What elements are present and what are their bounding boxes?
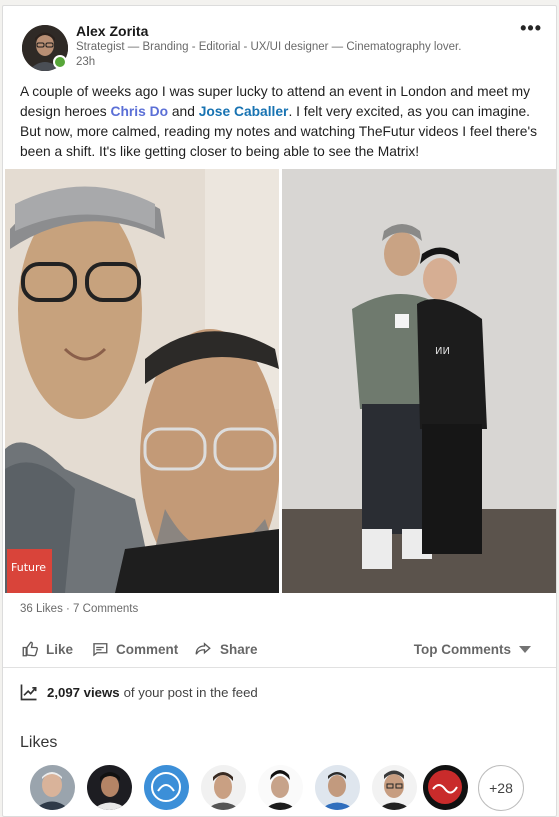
liker-avatar[interactable] — [30, 765, 75, 810]
likers-list: +28 — [30, 765, 540, 813]
views-suffix: of your post in the feed — [123, 684, 258, 700]
liker-avatar[interactable] — [201, 765, 246, 810]
thumbs-up-icon — [22, 641, 38, 657]
trending-chart-icon — [20, 684, 37, 701]
post-header: Alex Zorita Strategist — Branding - Edit… — [3, 6, 556, 78]
liker-avatar[interactable] — [315, 765, 360, 810]
post-views[interactable]: 2,097 views of your post in the feed — [19, 682, 258, 702]
post-photo-selfie[interactable]: Future — [5, 169, 279, 593]
like-button[interactable]: Like — [21, 632, 73, 666]
more-options-icon[interactable]: ••• — [520, 18, 542, 39]
post-photo-standing[interactable]: ИИ — [282, 169, 556, 593]
comment-sort-label: Top Comments — [413, 641, 511, 657]
online-status-indicator — [53, 55, 67, 69]
post-social-counts[interactable]: 36 Likes · 7 Comments — [20, 603, 138, 615]
post-text-part: and — [168, 104, 199, 119]
comment-label: Comment — [116, 641, 179, 657]
liker-avatar[interactable] — [258, 765, 303, 810]
post-body-text: A couple of weeks ago I was super lucky … — [20, 82, 542, 162]
comment-button[interactable]: Comment — [91, 632, 178, 666]
views-count: 2,097 views — [47, 684, 120, 700]
post-photos: Future ИИ — [5, 169, 556, 593]
svg-text:ИИ: ИИ — [435, 346, 450, 357]
liker-avatar[interactable] — [372, 765, 417, 810]
liker-avatar[interactable] — [144, 765, 189, 810]
author-name[interactable]: Alex Zorita — [76, 23, 148, 39]
comment-icon — [93, 643, 108, 657]
post-timestamp: 23h — [76, 56, 96, 68]
svg-text:Future: Future — [11, 561, 46, 574]
mention-link[interactable]: Jose Caballer — [199, 104, 289, 119]
caret-down-icon — [519, 645, 531, 653]
mention-link[interactable]: Chris Do — [111, 104, 169, 119]
comment-sort-dropdown[interactable]: Top Comments — [414, 632, 531, 666]
share-icon — [195, 642, 211, 655]
more-likers-button[interactable]: +28 — [478, 765, 524, 811]
divider — [3, 667, 556, 668]
share-label: Share — [220, 641, 258, 657]
author-headline: Strategist — Branding - Editorial - UX/U… — [76, 41, 462, 53]
like-label: Like — [46, 641, 74, 657]
post-card: Alex Zorita Strategist — Branding - Edit… — [2, 5, 557, 817]
share-button[interactable]: Share — [193, 632, 258, 666]
liker-avatar[interactable] — [423, 765, 468, 810]
likes-section-title: Likes — [20, 734, 58, 751]
action-bar: Like Comment Share Top Comments — [3, 632, 556, 666]
liker-avatar[interactable] — [87, 765, 132, 810]
